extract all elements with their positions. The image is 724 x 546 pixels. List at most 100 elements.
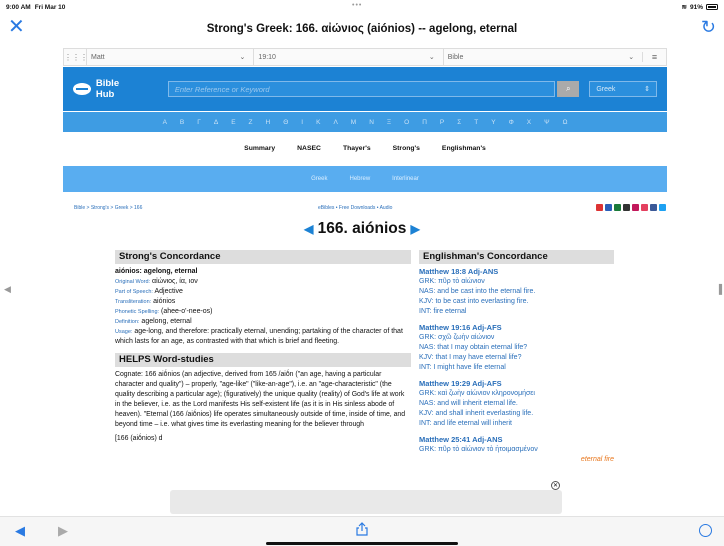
helps-paragraph: Cognate: 166 aiṓnios (an adjective, deri… [115, 371, 406, 428]
instagram-icon[interactable] [641, 204, 648, 211]
facebook-icon[interactable] [650, 204, 657, 211]
ad-overlay[interactable] [170, 490, 562, 514]
tab-strongs[interactable]: Strong's [393, 145, 420, 152]
alphabet-letter[interactable]: Τ [474, 119, 478, 126]
back-icon[interactable]: ◀ [15, 523, 25, 539]
translit-label: Transliteration: [115, 299, 152, 305]
side-prev-icon[interactable]: ◀ [4, 284, 11, 295]
site-logo[interactable]: Bible Hub [73, 78, 140, 100]
pdf-icon[interactable] [596, 204, 603, 211]
alphabet-letter[interactable]: Ν [369, 119, 374, 126]
usage-label: Usage: [115, 329, 133, 335]
wifi-icon: ≋ [681, 4, 687, 11]
site-header: Bible Hub Enter Reference or Keyword ⌕ G… [63, 67, 667, 111]
verse-reference[interactable]: Matthew 19:29 Adj-AFS [419, 379, 614, 389]
tab-interlinear[interactable]: Interlinear [392, 176, 419, 182]
status-date: Fri Mar 10 [34, 3, 66, 11]
verse-select[interactable]: 19:10 ⌄ [253, 49, 442, 65]
int-line: INT: I might have life eternal [419, 364, 506, 371]
share-icon[interactable] [356, 522, 368, 536]
alphabet-letter[interactable]: Θ [283, 119, 288, 126]
phonetic-value: (ahee-o'-nee-os) [160, 308, 213, 315]
alphabet-letter[interactable]: Γ [197, 119, 201, 126]
side-next-icon[interactable]: ▐ [716, 284, 722, 294]
alphabet-letter[interactable]: Χ [527, 119, 531, 126]
entry-word: aiónios: agelong, eternal [115, 268, 198, 275]
resource-links[interactable]: eBibles • Free Downloads • Audio [318, 205, 392, 211]
bible-hub-logo-icon [73, 83, 91, 95]
definition-label: Definition: [115, 319, 140, 325]
alphabet-letter[interactable]: Σ [457, 119, 461, 126]
nas-line: NAS: and will inherit eternal life. [419, 400, 518, 407]
page-title: Strong's Greek: 166. αἰώνιος (aiónios) -… [206, 23, 518, 35]
alphabet-letter[interactable]: Ε [231, 119, 235, 126]
alphabet-letter[interactable]: Ψ [544, 119, 549, 126]
grid-icon[interactable]: ⋮⋮⋮ [64, 53, 88, 62]
alphabet-letter[interactable]: Ζ [249, 119, 253, 126]
chevron-updown-icon: ⇕ [644, 86, 650, 93]
breadcrumb-path[interactable]: Bible > Strong's > Greek > 166 [74, 205, 142, 211]
print-icon[interactable] [623, 204, 630, 211]
search-button[interactable]: ⌕ [557, 81, 580, 97]
reference-selector: ⋮⋮⋮ Matt ⌄ 19:10 ⌄ Bible ⌄ ≡ [63, 48, 667, 66]
twitter-icon[interactable] [659, 204, 666, 211]
alphabet-letter[interactable]: Α [163, 119, 167, 126]
alphabet-letter[interactable]: Μ [351, 119, 356, 126]
original-label: Original Word: [115, 279, 151, 285]
alphabet-letter[interactable]: Ρ [440, 119, 444, 126]
compass-icon[interactable] [699, 524, 712, 537]
close-ad-icon[interactable]: ✕ [551, 481, 560, 490]
language-tabs: Greek Hebrew Interlinear [63, 166, 667, 192]
verse-reference[interactable]: Matthew 18:8 Adj-ANS [419, 267, 614, 277]
helps-heading: HELPS Word-studies [115, 353, 411, 367]
greek-alphabet-bar: Α Β Γ Δ Ε Ζ Η Θ Ι Κ Λ Μ Ν Ξ Ο Π Ρ Σ Τ Υ … [63, 112, 667, 132]
kjv-line: KJV: and shall inherit everlasting life. [419, 410, 534, 417]
alphabet-letter[interactable]: Λ [333, 119, 337, 126]
home-indicator [266, 542, 458, 545]
alphabet-letter[interactable]: Ξ [387, 119, 391, 126]
social-icons [596, 204, 666, 211]
entry-title: 166. aiónios [317, 220, 407, 237]
version-select[interactable]: Bible ⌄ [442, 49, 642, 65]
alphabet-letter[interactable]: Δ [214, 119, 218, 126]
alphabet-letter[interactable]: Ω [563, 119, 568, 126]
alphabet-letter[interactable]: Π [422, 119, 427, 126]
tab-nasec[interactable]: NASEC [297, 145, 321, 152]
search-input[interactable]: Enter Reference or Keyword [167, 81, 556, 97]
excel-icon[interactable] [614, 204, 621, 211]
entry-heading: ◀ 166. aiónios ▶ [0, 220, 724, 238]
tab-greek[interactable]: Greek [311, 176, 327, 182]
verse-reference[interactable]: Matthew 25:41 Adj-ANS [419, 435, 614, 445]
menu-icon[interactable]: ≡ [642, 52, 666, 62]
tab-summary[interactable]: Summary [244, 145, 275, 152]
englishmans-heading: Englishman's Concordance [419, 250, 614, 264]
language-select[interactable]: Greek ⇕ [589, 81, 657, 97]
tab-englishmans[interactable]: Englishman's [442, 145, 486, 152]
forward-icon[interactable]: ▶ [58, 523, 68, 539]
alphabet-letter[interactable]: Ο [404, 119, 409, 126]
alphabet-letter[interactable]: Υ [491, 119, 495, 126]
alphabet-letter[interactable]: Φ [509, 119, 514, 126]
original-value: αἰώνιος, ία, ιον [152, 278, 198, 285]
navigation-bar: ✕ Strong's Greek: 166. αἰώνιος (aiónios)… [0, 14, 724, 44]
alphabet-letter[interactable]: Β [180, 119, 184, 126]
word-icon[interactable] [605, 204, 612, 211]
pocket-icon[interactable] [632, 204, 639, 211]
chevron-down-icon: ⌄ [239, 54, 246, 61]
tab-thayers[interactable]: Thayer's [343, 145, 371, 152]
close-icon[interactable]: ✕ [8, 17, 25, 37]
helps-paragraph-2: [166 (aiṓnios) d [115, 435, 163, 442]
tab-hebrew[interactable]: Hebrew [349, 176, 370, 182]
alphabet-letter[interactable]: Ι [301, 119, 303, 126]
book-select[interactable]: Matt ⌄ [86, 49, 253, 65]
verse-reference[interactable]: Matthew 19:16 Adj-AFS [419, 323, 614, 333]
alphabet-letter[interactable]: Η [266, 119, 271, 126]
chevron-down-icon: ⌄ [628, 54, 635, 61]
alphabet-letter[interactable]: Κ [316, 119, 320, 126]
multitask-dots-icon[interactable]: ••• [352, 2, 362, 9]
prev-entry-icon[interactable]: ◀ [304, 222, 313, 236]
verse-entry: Matthew 19:16 Adj-AFS GRK: σχῶ ζωὴν αἰών… [419, 323, 614, 373]
next-entry-icon[interactable]: ▶ [411, 222, 420, 236]
refresh-icon[interactable]: ↻ [701, 17, 716, 38]
lexicon-tabs: Summary NASEC Thayer's Strong's Englishm… [63, 133, 667, 163]
